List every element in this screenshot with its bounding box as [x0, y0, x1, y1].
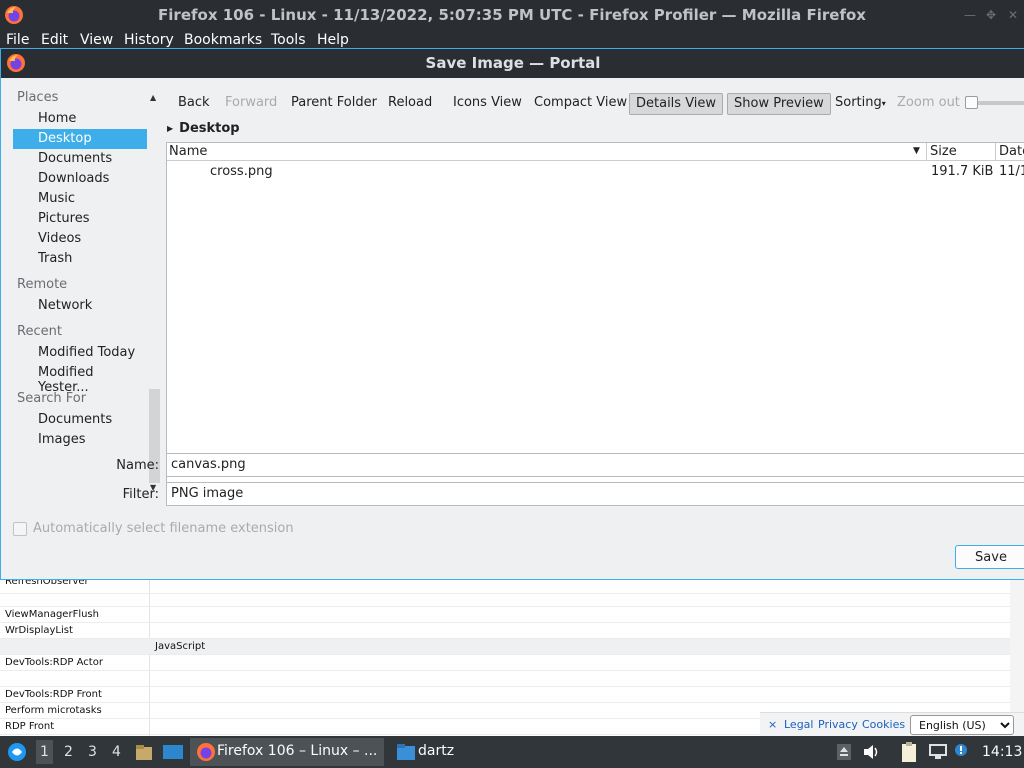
checkbox-box[interactable]: [13, 521, 27, 536]
close-icon[interactable]: ✕: [1008, 8, 1018, 22]
search-images[interactable]: Images: [13, 430, 147, 450]
workspace-4[interactable]: 4: [112, 744, 121, 760]
zoom-out-label: Zoom out: [897, 95, 960, 110]
taskbar: 1 2 3 4 Firefox 106 – Linux – ... dartz …: [0, 736, 1024, 768]
name-label: Name:: [116, 458, 159, 473]
file-size: 191.7 KiB: [931, 164, 994, 179]
compact-view-button[interactable]: Compact View: [528, 93, 633, 115]
marker-row[interactable]: DevTools:RDP Actor: [0, 655, 1010, 671]
language-select[interactable]: English (US): [910, 715, 1014, 735]
file-date: 11/1: [999, 164, 1024, 179]
cookies-link[interactable]: Cookies: [862, 718, 905, 731]
place-music[interactable]: Music: [13, 189, 147, 209]
menu-tools[interactable]: Tools: [271, 32, 306, 48]
app-menu-icon[interactable]: [6, 741, 28, 763]
marker-row[interactable]: ViewManagerFlush: [0, 607, 1010, 623]
profiler-footer: × Legal Privacy Cookies English (US): [760, 712, 1024, 736]
marker-category-row: JavaScript: [0, 639, 1010, 655]
notification-icon[interactable]: [952, 741, 972, 761]
workspace-2[interactable]: 2: [64, 744, 73, 760]
network-icon[interactable]: [928, 742, 948, 760]
show-preview-button[interactable]: Show Preview: [727, 93, 831, 115]
filename-input[interactable]: canvas.png: [166, 453, 1024, 477]
place-videos[interactable]: Videos: [13, 229, 147, 249]
dialog-title: Save Image — Portal: [425, 54, 601, 72]
details-view-button[interactable]: Details View: [629, 93, 724, 115]
auto-extension-checkbox[interactable]: Automatically select filename extension: [13, 521, 294, 536]
zoom-slider-handle[interactable]: [965, 96, 978, 109]
marker-row[interactable]: [0, 671, 1010, 687]
back-button[interactable]: Back: [172, 93, 216, 115]
places-panel: Places Home Desktop Documents Downloads …: [13, 89, 149, 495]
save-button[interactable]: Save: [955, 545, 1024, 569]
menu-help[interactable]: Help: [317, 32, 349, 48]
folder-icon: [397, 744, 415, 760]
recent-header: Recent: [17, 324, 62, 339]
place-pictures[interactable]: Pictures: [13, 209, 147, 229]
menu-bar: File Edit View History Bookmarks Tools H…: [0, 30, 1024, 50]
place-downloads[interactable]: Downloads: [13, 169, 147, 189]
search-documents[interactable]: Documents: [13, 410, 147, 430]
file-row[interactable]: cross.png 191.7 KiB 11/1: [167, 162, 1024, 182]
task-firefox[interactable]: Firefox 106 – Linux – ...: [190, 738, 384, 766]
marker-row[interactable]: [0, 591, 1010, 607]
maximize-icon[interactable]: ✥: [986, 8, 996, 22]
breadcrumb[interactable]: ▶ Desktop: [167, 121, 240, 136]
places-header: Places: [17, 90, 59, 105]
search-for-header: Search For: [17, 391, 87, 406]
eject-icon[interactable]: [836, 743, 852, 761]
task-dartz[interactable]: dartz: [390, 738, 490, 766]
file-name: cross.png: [210, 164, 273, 179]
sort-arrow-icon[interactable]: ▼: [913, 146, 920, 156]
column-name[interactable]: Name: [169, 144, 207, 159]
marker-row[interactable]: DevTools:RDP Front: [0, 687, 1010, 703]
show-desktop-icon[interactable]: [162, 742, 184, 762]
icons-view-button[interactable]: Icons View: [447, 93, 528, 115]
clipboard-icon[interactable]: [900, 741, 918, 763]
reload-button[interactable]: Reload: [382, 93, 438, 115]
scroll-up-icon[interactable]: ▲: [150, 93, 156, 102]
filter-select[interactable]: PNG image: [166, 482, 1024, 506]
column-header: Name ▼ Size Date: [167, 143, 1024, 161]
places-scrollbar[interactable]: ▲ ▼: [148, 89, 161, 495]
save-image-dialog: Save Image — Portal Places Home Desktop …: [0, 48, 1024, 580]
zoom-slider[interactable]: [965, 96, 1024, 109]
volume-icon[interactable]: [862, 743, 882, 761]
clock[interactable]: 14:13: [982, 744, 1022, 760]
marker-row[interactable]: WrDisplayList: [0, 623, 1010, 639]
firefox-icon: [197, 743, 215, 761]
place-network[interactable]: Network: [13, 296, 147, 316]
place-desktop[interactable]: Desktop: [13, 129, 147, 149]
place-documents[interactable]: Documents: [13, 149, 147, 169]
dropdown-arrow-icon: ▾: [881, 99, 886, 108]
file-list[interactable]: Name ▼ Size Date cross.png 191.7 KiB 11/…: [166, 142, 1024, 496]
parent-folder-button[interactable]: Parent Folder: [285, 93, 383, 115]
forward-button[interactable]: Forward: [219, 93, 283, 115]
minimize-icon[interactable]: —: [964, 8, 976, 22]
dialog-titlebar: Save Image — Portal: [1, 49, 1024, 78]
filter-label: Filter:: [122, 487, 159, 502]
menu-file[interactable]: File: [6, 32, 29, 48]
workspace-3[interactable]: 3: [88, 744, 97, 760]
expand-arrow-icon[interactable]: ▶: [167, 124, 173, 133]
place-modified-today[interactable]: Modified Today: [13, 343, 147, 363]
menu-edit[interactable]: Edit: [41, 32, 68, 48]
place-home[interactable]: Home: [13, 109, 147, 129]
menu-history[interactable]: History: [124, 32, 174, 48]
workspace-1[interactable]: 1: [36, 740, 53, 764]
file-manager-icon[interactable]: [134, 742, 154, 762]
remote-header: Remote: [17, 277, 68, 292]
place-modified-yesterday[interactable]: Modified Yester...: [13, 363, 147, 395]
menu-view[interactable]: View: [80, 32, 113, 48]
column-size[interactable]: Size: [930, 144, 957, 159]
menu-bookmarks[interactable]: Bookmarks: [184, 32, 262, 48]
place-trash[interactable]: Trash: [13, 249, 147, 269]
sorting-button[interactable]: Sorting▾: [829, 93, 892, 115]
window-title: Firefox 106 - Linux - 11/13/2022, 5:07:3…: [158, 6, 866, 24]
privacy-link[interactable]: Privacy: [818, 718, 858, 731]
footer-close-icon[interactable]: ×: [768, 718, 777, 731]
legal-link[interactable]: Legal: [784, 718, 813, 731]
column-date[interactable]: Date: [999, 144, 1024, 159]
firefox-titlebar: Firefox 106 - Linux - 11/13/2022, 5:07:3…: [0, 0, 1024, 30]
